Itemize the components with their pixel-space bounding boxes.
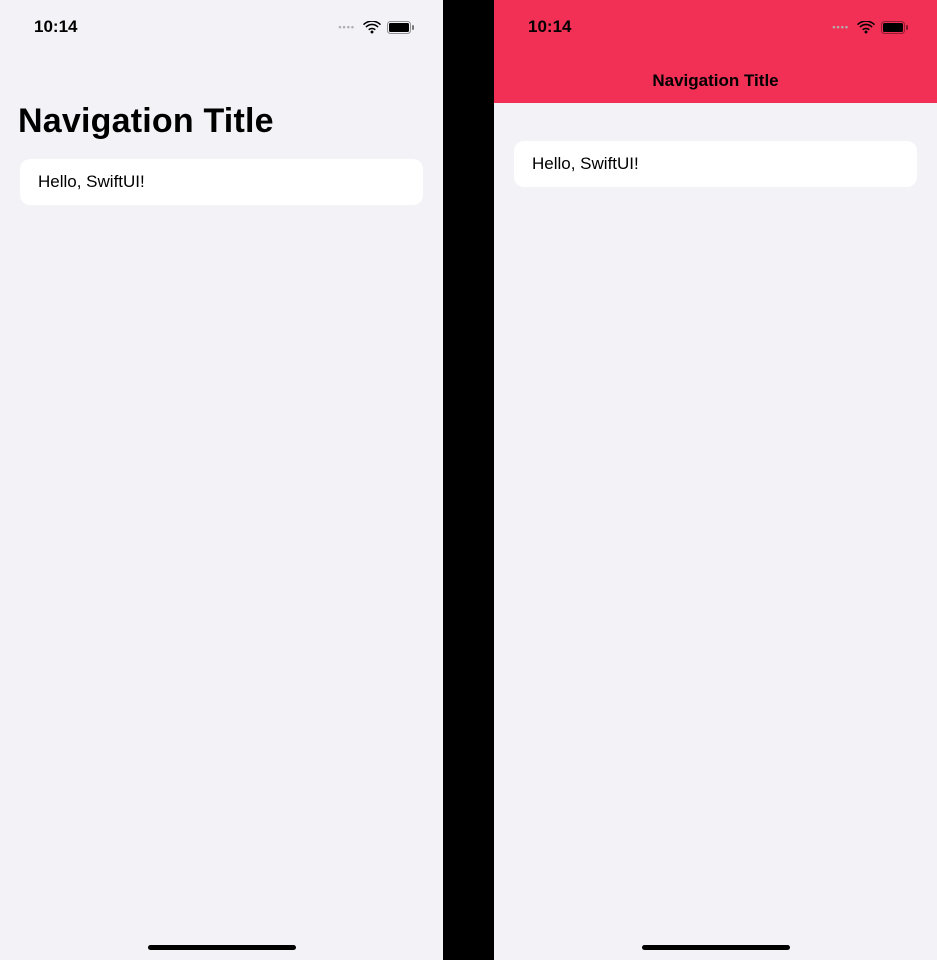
home-indicator[interactable] (642, 945, 790, 950)
list-row[interactable]: Hello, SwiftUI! (514, 141, 917, 187)
phone-screen-left: 10:14 •••• Navigation Title Hello, Swift… (0, 0, 443, 960)
home-indicator[interactable] (148, 945, 296, 950)
list-content[interactable]: Hello, SwiftUI! (0, 151, 443, 213)
cellular-dots-icon: •••• (338, 22, 355, 32)
status-right: •••• (338, 21, 415, 34)
status-bar: 10:14 •••• (0, 0, 443, 54)
battery-icon (387, 21, 415, 34)
status-time: 10:14 (34, 17, 77, 37)
divider-gap (443, 0, 494, 960)
cellular-dots-icon: •••• (832, 22, 849, 32)
phone-screen-right: Navigation Title 10:14 •••• Hello, Swift… (494, 0, 937, 960)
wifi-icon (363, 21, 381, 34)
status-time: 10:14 (528, 17, 571, 37)
status-right: •••• (832, 21, 909, 34)
wifi-icon (857, 21, 875, 34)
navigation-title-inline: Navigation Title (652, 71, 778, 91)
battery-icon (881, 21, 909, 34)
status-bar: 10:14 •••• (494, 0, 937, 54)
navigation-title-large: Navigation Title (18, 102, 425, 141)
navigation-bar-large: Navigation Title (0, 54, 443, 151)
list-content[interactable]: Hello, SwiftUI! (494, 141, 937, 187)
list-row[interactable]: Hello, SwiftUI! (20, 159, 423, 205)
